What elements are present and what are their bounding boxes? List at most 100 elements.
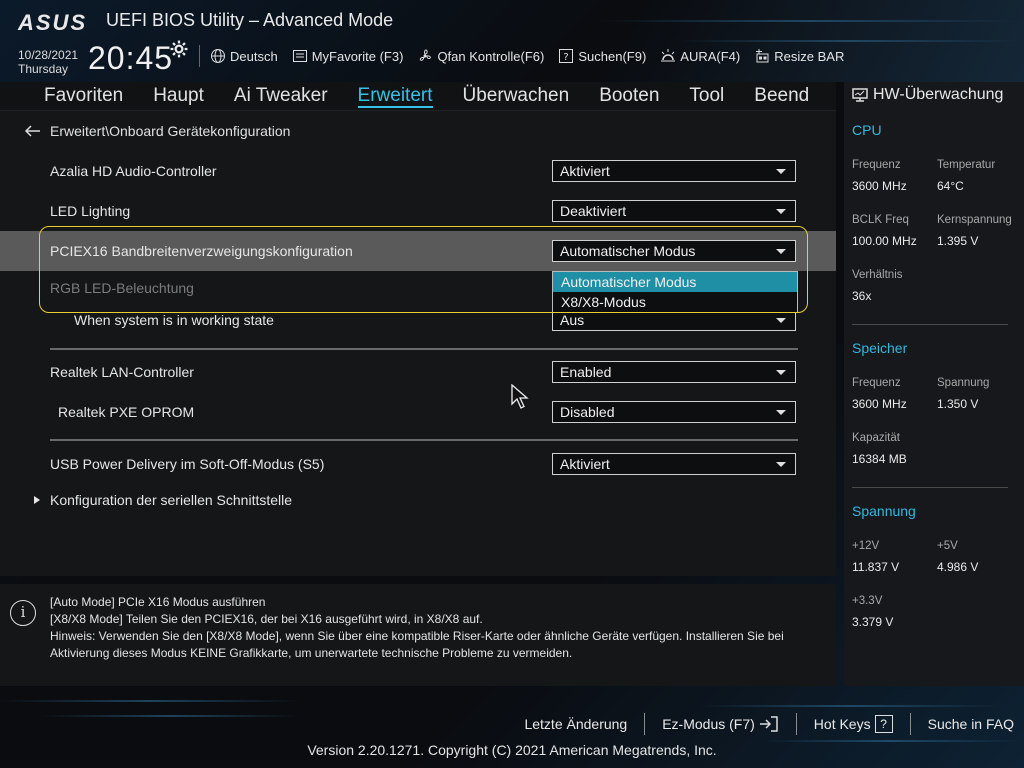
- favorite-icon: [292, 48, 308, 64]
- footer-bar: Letzte Änderung Ez-Modus (F7) Hot Keys ?…: [0, 690, 1024, 768]
- pciex16-options-popup[interactable]: Automatischer Modus X8/X8-Modus: [552, 271, 798, 313]
- hw-cpu-heading: CPU: [852, 122, 882, 138]
- monitor-icon: [852, 88, 868, 102]
- tab-ueberwachen[interactable]: Überwachen: [448, 82, 585, 110]
- gear-icon[interactable]: [170, 40, 188, 58]
- resize-bar-label: Resize BAR: [774, 48, 845, 64]
- resize-bar-button[interactable]: Resize BAR: [754, 46, 844, 66]
- faq-label: Suche in FAQ: [927, 716, 1014, 732]
- tab-erweitert[interactable]: Erweitert: [343, 82, 448, 110]
- svg-text:?: ?: [564, 52, 569, 63]
- hw-label: Frequenz: [852, 159, 901, 171]
- popup-option-x8x8[interactable]: X8/X8-Modus: [553, 292, 797, 312]
- help-text: [Auto Mode] PCIe X16 Modus ausführen [X8…: [50, 594, 830, 662]
- last-change-button[interactable]: Letzte Änderung: [507, 716, 644, 732]
- qfan-button[interactable]: Qfan Kontrolle(F6): [417, 46, 544, 66]
- chevron-down-icon: [776, 369, 786, 375]
- hw-label: +5V: [937, 540, 958, 552]
- hw-monitor-panel: HW-Überwachung CPU Frequenz Temperatur 3…: [844, 82, 1024, 686]
- led-lighting-dropdown[interactable]: Deaktiviert: [552, 200, 796, 222]
- realtek-lan-dropdown[interactable]: Enabled: [552, 361, 796, 383]
- hw-label: +3.3V: [852, 595, 883, 607]
- fan-icon: [417, 48, 433, 64]
- hw-value: 3600 MHz: [852, 397, 907, 411]
- setting-row-led-lighting[interactable]: LED Lighting Deaktiviert: [0, 191, 836, 231]
- hot-keys-button[interactable]: Hot Keys ?: [797, 715, 910, 733]
- breadcrumb-path: Erweitert\Onboard Gerätekonfiguration: [50, 123, 291, 139]
- chevron-down-icon: [776, 168, 786, 174]
- hw-label: Verhältnis: [852, 269, 903, 281]
- aura-label: AURA(F4): [680, 48, 741, 64]
- hw-memory-heading: Speicher: [852, 340, 908, 356]
- myfavorite-label: MyFavorite (F3): [311, 48, 404, 64]
- faq-search-button[interactable]: Suche in FAQ: [911, 716, 1014, 732]
- usb-power-dropdown[interactable]: Aktiviert: [552, 453, 796, 475]
- setting-label: PCIEX16 Bandbreitenverzweigungskonfigura…: [50, 243, 353, 259]
- hw-label: Kernspannung: [937, 214, 1012, 226]
- language-button[interactable]: Deutsch: [210, 46, 278, 66]
- hw-value: 4.986 V: [937, 560, 979, 574]
- dropdown-value: Automatischer Modus: [560, 243, 696, 259]
- tab-favoriten[interactable]: Favoriten: [0, 82, 138, 110]
- dropdown-value: Aus: [560, 312, 585, 328]
- setting-label: When system is in working state: [74, 312, 274, 328]
- section-divider: [50, 439, 798, 441]
- myfavorite-button[interactable]: MyFavorite (F3): [292, 46, 404, 66]
- tab-booten[interactable]: Booten: [584, 82, 674, 110]
- last-change-label: Letzte Änderung: [524, 716, 628, 732]
- hw-label: Spannung: [937, 377, 990, 389]
- toolbar-separator: [199, 45, 200, 67]
- submenu-serial-port[interactable]: Konfiguration der seriellen Schnittstell…: [34, 492, 292, 508]
- hw-label: Kapazität: [852, 432, 900, 444]
- footer-links: Letzte Änderung Ez-Modus (F7) Hot Keys ?…: [507, 713, 1014, 735]
- submenu-arrow-icon: [34, 496, 40, 504]
- info-icon: i: [10, 600, 36, 626]
- chevron-down-icon: [776, 461, 786, 467]
- tab-tool[interactable]: Tool: [674, 82, 739, 110]
- hw-monitor-title-text: HW-Überwachung: [873, 86, 1004, 103]
- dropdown-value: Enabled: [560, 364, 612, 380]
- setting-row-pciex16[interactable]: PCIEX16 Bandbreitenverzweigungskonfigura…: [0, 231, 836, 271]
- setting-label: Realtek PXE OPROM: [58, 404, 195, 420]
- setting-label: Realtek LAN-Controller: [50, 364, 194, 380]
- language-label: Deutsch: [230, 48, 278, 64]
- date-text: 10/28/2021: [18, 48, 79, 62]
- popup-option-auto[interactable]: Automatischer Modus: [553, 272, 797, 292]
- azalia-dropdown[interactable]: Aktiviert: [552, 160, 796, 182]
- tab-ai-tweaker[interactable]: Ai Tweaker: [219, 82, 343, 110]
- hw-value: 64°C: [937, 179, 964, 193]
- breadcrumb[interactable]: Erweitert\Onboard Gerätekonfiguration: [24, 123, 290, 139]
- aura-button[interactable]: AURA(F4): [660, 46, 740, 66]
- asus-logo: ASUS: [18, 10, 88, 35]
- setting-row-realtek-lan[interactable]: Realtek LAN-Controller Enabled: [0, 352, 836, 392]
- weekday-text: Thursday: [18, 62, 69, 76]
- search-button[interactable]: ? Suchen(F9): [558, 46, 646, 66]
- setting-row-usb-power[interactable]: USB Power Delivery im Soft-Off-Modus (S5…: [0, 444, 836, 484]
- setting-row-pxe-oprom[interactable]: Realtek PXE OPROM Disabled: [0, 392, 836, 432]
- top-toolbar: Deutsch MyFavorite (F3) Qfan Kontrolle(F…: [210, 46, 858, 66]
- version-text: Version 2.20.1271. Copyright (C) 2021 Am…: [307, 742, 717, 758]
- dropdown-value: Aktiviert: [560, 456, 610, 472]
- tab-beend[interactable]: Beend: [739, 82, 824, 110]
- hw-label: Temperatur: [937, 159, 996, 171]
- help-line: [Auto Mode] PCIe X16 Modus ausführen: [50, 595, 266, 609]
- exit-to-ez-icon: [759, 716, 778, 732]
- hw-value: 3600 MHz: [852, 179, 907, 193]
- ez-mode-label: Ez-Modus (F7): [662, 716, 755, 732]
- setting-label: LED Lighting: [50, 203, 131, 219]
- ez-mode-button[interactable]: Ez-Modus (F7): [645, 715, 796, 733]
- help-question-icon: ?: [874, 715, 893, 733]
- search-help-icon: ?: [558, 48, 574, 64]
- pciex16-dropdown[interactable]: Automatischer Modus: [552, 240, 796, 262]
- globe-icon: [210, 48, 226, 64]
- hw-value: 1.350 V: [937, 397, 979, 411]
- setting-row-azalia[interactable]: Azalia HD Audio-Controller Aktiviert: [0, 151, 836, 191]
- help-line: [X8/X8 Mode] Teilen Sie den PCIEX16, der…: [50, 612, 483, 626]
- clock-time: 20:45: [88, 40, 174, 76]
- tab-haupt[interactable]: Haupt: [138, 82, 219, 110]
- search-label: Suchen(F9): [578, 48, 647, 64]
- submenu-label: Konfiguration der seriellen Schnittstell…: [50, 492, 293, 508]
- pxe-oprom-dropdown[interactable]: Disabled: [552, 401, 796, 423]
- date-display: 10/28/2021 Thursday: [18, 48, 78, 76]
- back-arrow-icon[interactable]: [24, 124, 42, 138]
